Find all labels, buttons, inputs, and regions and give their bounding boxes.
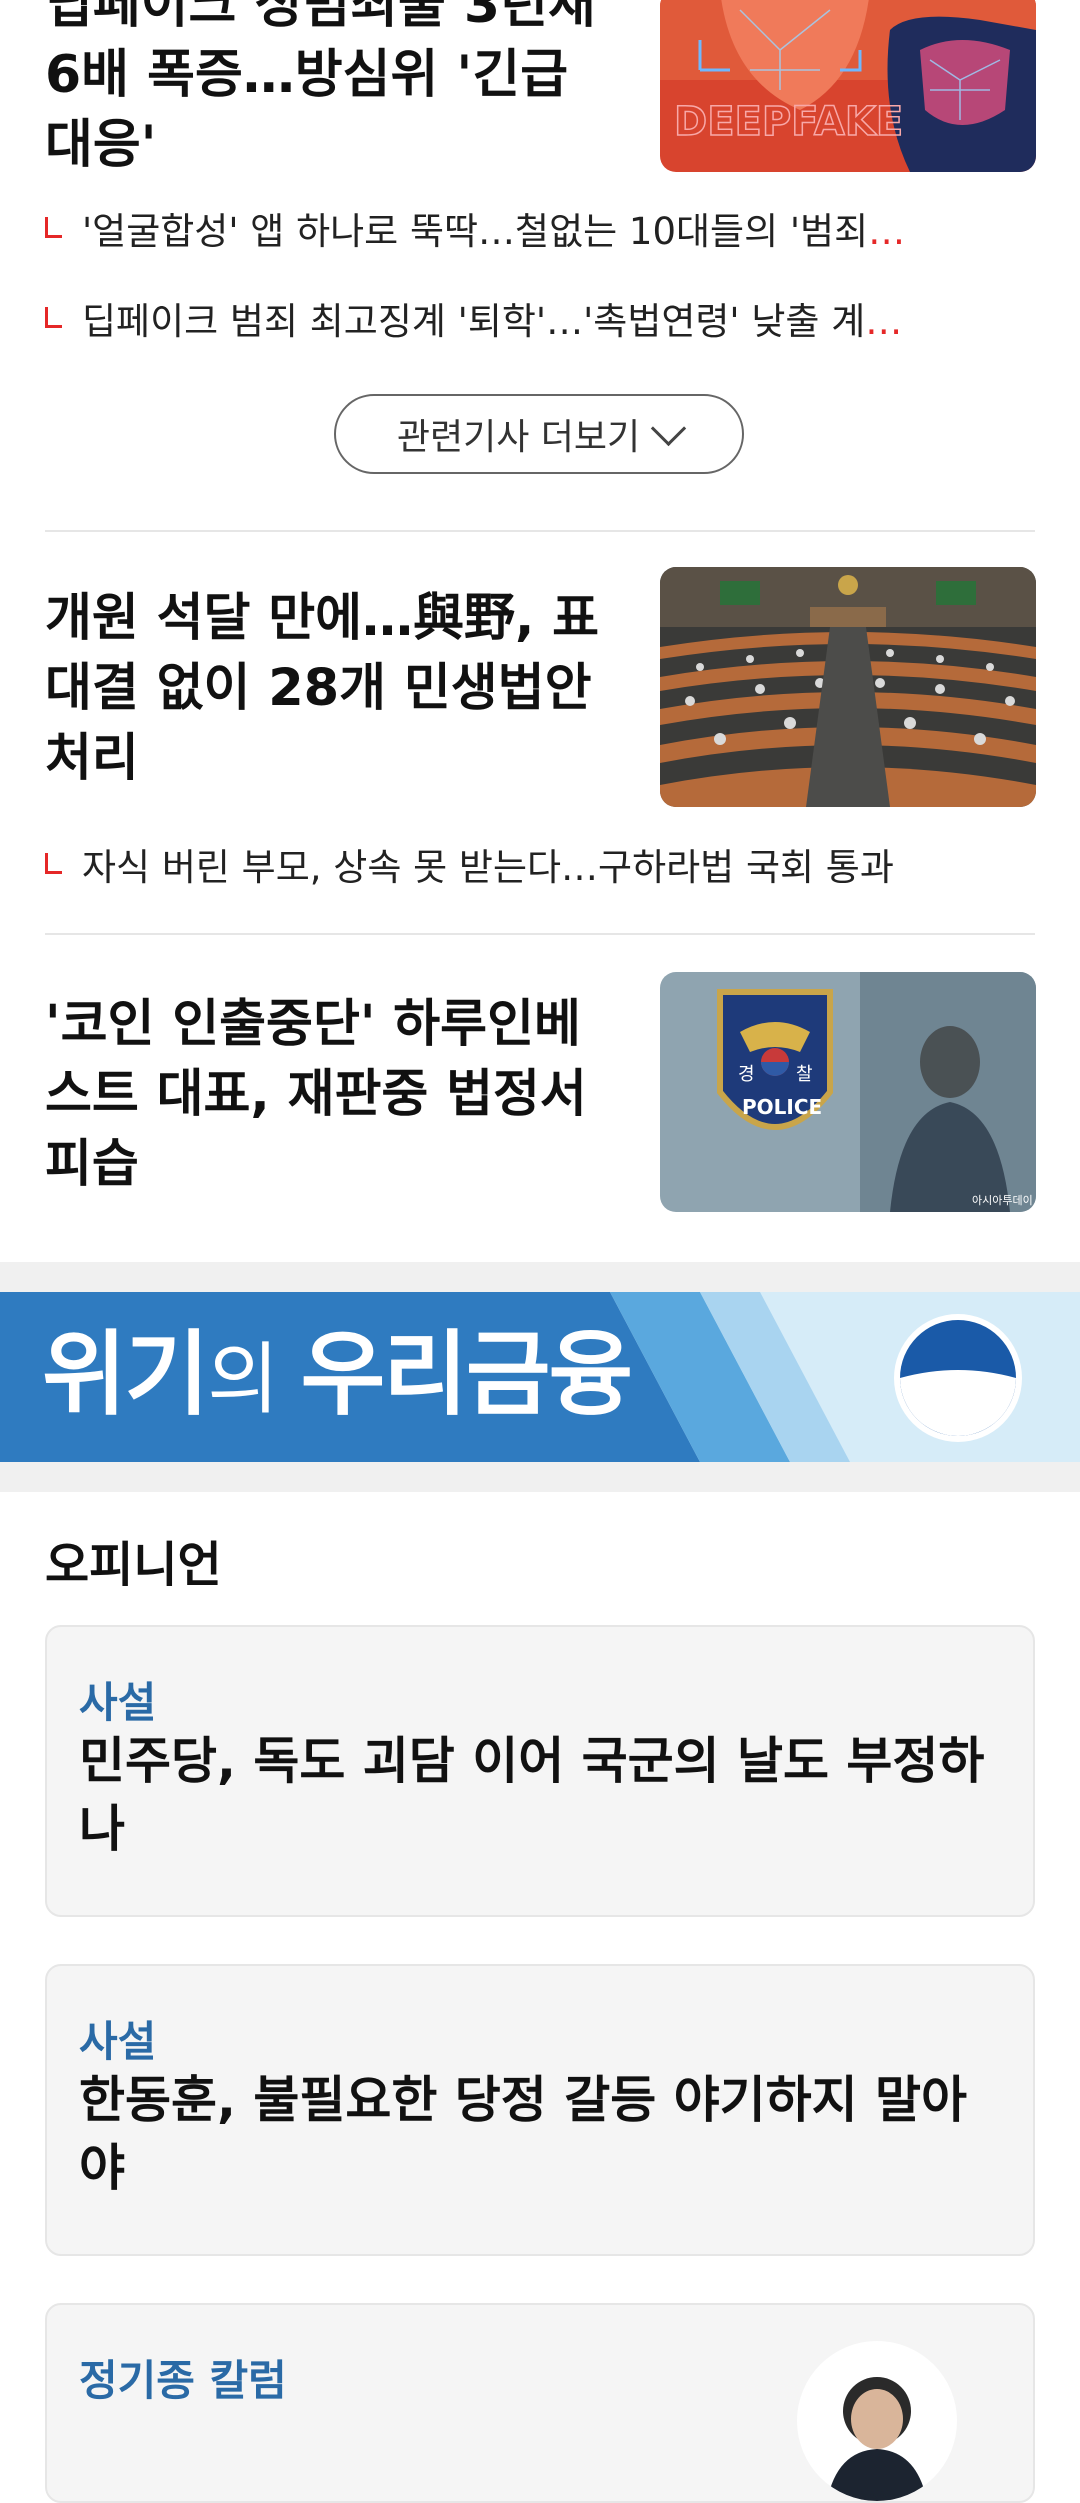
banner-text: 우리금융: [277, 1324, 634, 1426]
svg-text:경: 경: [738, 1064, 755, 1085]
lead-article-thumbnail[interactable]: DEEPFAKE: [660, 0, 1036, 172]
divider: [45, 933, 1035, 935]
opinion-tag: 사설: [79, 2017, 157, 2066]
opinion-card[interactable]: 사설 민주당, 독도 괴담 이어 국군의 날도 부정하나: [45, 1625, 1035, 1917]
more-button-label: 관련기사 더보기: [396, 417, 641, 458]
opinion-card[interactable]: 사설 한동훈, 불필요한 당정 갈등 야기하지 말아야: [45, 1964, 1035, 2256]
related-article-text: '얼굴합성' 앱 하나로 뚝딱…철없는 10대들의 '범죄: [82, 210, 869, 253]
woori-finance-banner[interactable]: 위기의 우리금융: [0, 1292, 1080, 1462]
opinion-title: 한동훈, 불필요한 당정 갈등 야기하지 말아야: [79, 2071, 968, 2197]
title-line: 피습: [45, 1135, 139, 1194]
divider: [45, 530, 1035, 532]
more-related-articles-button[interactable]: 관련기사 더보기: [334, 394, 744, 474]
columnist-photo: [827, 2377, 927, 2501]
banner-text: 위기: [42, 1324, 209, 1426]
banner-title: 위기의 우리금융: [42, 1320, 634, 1434]
opinion-title: 민주당, 독도 괴담 이어 국군의 날도 부정하나: [79, 1732, 985, 1858]
deepfake-illustration: DEEPFAKE: [660, 0, 1036, 172]
title-line: 대응': [45, 115, 157, 175]
bullet-icon: [45, 853, 62, 874]
ellipsis: …: [865, 300, 903, 343]
police-photo: 경 찰 POLICE 아시아투데이: [660, 972, 1036, 1212]
assembly-hall-photo: [660, 567, 1036, 807]
article-thumbnail[interactable]: [660, 567, 1036, 807]
banner-text: 의: [207, 1335, 279, 1423]
title-line: 개원 석달 만에…與野, 표: [45, 589, 600, 648]
chevron-down-icon: [650, 410, 687, 446]
svg-text:찰: 찰: [796, 1064, 813, 1085]
lead-article-title[interactable]: 딥페이크 성범죄물 3년새 6배 폭증…방심위 '긴급 대응': [45, 0, 605, 180]
title-line: 스트 대표, 재판중 법정서: [45, 1065, 587, 1124]
news-page: 딥페이크 성범죄물 3년새 6배 폭증…방심위 '긴급 대응' DEEPFAKE…: [0, 0, 1080, 2503]
title-line: 처리: [45, 729, 139, 788]
related-article-link[interactable]: 자식 버린 부모, 상속 못 받는다…구하라법 국회 통과: [45, 843, 1005, 893]
opinion-card[interactable]: 정기종 칼럼: [45, 2303, 1035, 2503]
svg-text:POLICE: POLICE: [742, 1095, 822, 1119]
related-article-text: 딥페이크 범죄 최고징계 '퇴학'…'촉법연령' 낮출 계: [82, 300, 866, 343]
related-article-link[interactable]: '얼굴합성' 앱 하나로 뚝딱…철없는 10대들의 '범죄…: [45, 207, 1005, 257]
article-title[interactable]: '코인 인출중단' 하루인베 스트 대표, 재판중 법정서 피습: [45, 990, 605, 1200]
title-line: 대결 없이 28개 민생법안: [45, 659, 592, 718]
svg-text:DEEPFAKE: DEEPFAKE: [674, 99, 903, 145]
bullet-icon: [45, 307, 62, 328]
related-article-link[interactable]: 딥페이크 범죄 최고징계 '퇴학'…'촉법연령' 낮출 계…: [45, 297, 1005, 347]
ellipsis: …: [868, 210, 906, 253]
columnist-avatar: [797, 2341, 957, 2501]
article-title[interactable]: 개원 석달 만에…與野, 표 대결 없이 28개 민생법안 처리: [45, 584, 605, 794]
related-article-text: 자식 버린 부모, 상속 못 받는다…구하라법 국회 통과: [82, 846, 894, 889]
title-line: 6배 폭증…방심위 '긴급: [45, 45, 569, 105]
title-line: 딥페이크 성범죄물 3년새: [45, 0, 596, 35]
title-line: '코인 인출중단' 하루인베: [45, 995, 581, 1054]
opinion-section-heading: 오피니언: [45, 1537, 222, 1593]
svg-text:아시아투데이: 아시아투데이: [972, 1194, 1033, 1207]
opinion-tag: 정기종 칼럼: [79, 2356, 287, 2405]
article-thumbnail[interactable]: 경 찰 POLICE 아시아투데이: [660, 972, 1036, 1212]
opinion-tag: 사설: [79, 1678, 157, 1727]
bullet-icon: [45, 217, 62, 238]
